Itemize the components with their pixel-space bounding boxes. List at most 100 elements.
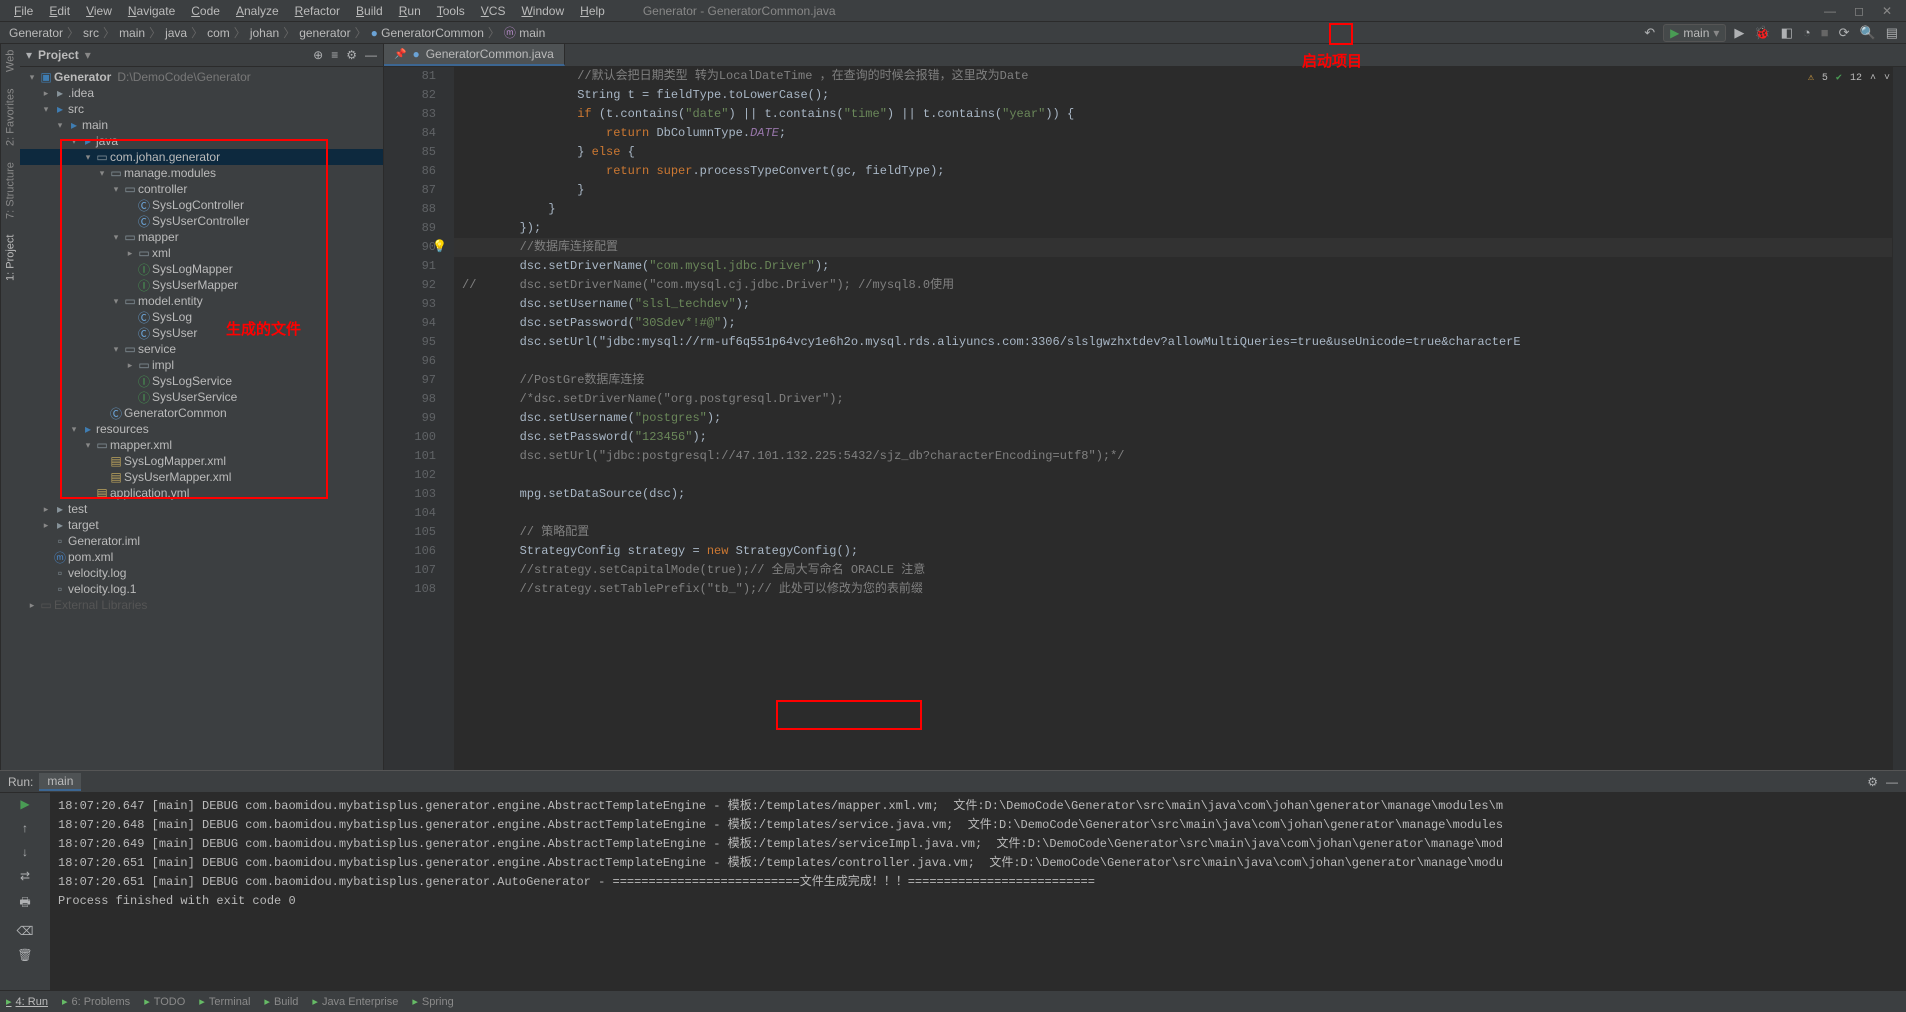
code-line[interactable]: } else { — [454, 143, 1892, 162]
menu-analyze[interactable]: Analyze — [228, 2, 287, 20]
code-line[interactable] — [454, 504, 1892, 523]
profile-button[interactable]: ◔ — [1801, 25, 1813, 40]
tree-item[interactable]: ▸▭ impl — [20, 357, 383, 373]
menu-vcs[interactable]: VCS — [473, 2, 514, 20]
settings-icon[interactable]: ⚙ — [346, 48, 357, 62]
run-config-tab[interactable]: main — [39, 773, 81, 791]
project-tree[interactable]: ▾▣ GeneratorD:\DemoCode\Generator▸▸ .ide… — [20, 67, 383, 770]
code-line[interactable]: //PostGre数据库连接 — [454, 371, 1892, 390]
chevron-up-icon[interactable]: ˄ — [1870, 69, 1876, 88]
code-line[interactable]: dsc.setUsername("slsl_techdev"); — [454, 295, 1892, 314]
code-line[interactable]: //strategy.setCapitalMode(true);// 全局大写命… — [454, 561, 1892, 580]
menu-code[interactable]: Code — [183, 2, 228, 20]
tree-item[interactable]: ▫ velocity.log.1 — [20, 581, 383, 597]
bottom-tool-tab[interactable]: ▸ TODO — [144, 995, 185, 1008]
tree-item[interactable]: Ⓒ GeneratorCommon — [20, 405, 383, 421]
bottom-tool-tab[interactable]: ▸ Spring — [412, 995, 453, 1008]
code-line[interactable]: dsc.setPassword("30Sdev*!#@"); — [454, 314, 1892, 333]
breadcrumb-item[interactable]: main — [116, 26, 148, 40]
tree-item[interactable]: ▸▸ test — [20, 501, 383, 517]
bottom-tool-tab[interactable]: ▸ 4: Run — [6, 995, 48, 1008]
menu-tools[interactable]: Tools — [429, 2, 473, 20]
tree-item[interactable]: ▾▭ model.entity — [20, 293, 383, 309]
code-line[interactable] — [454, 466, 1892, 485]
tree-item[interactable]: Ⓘ SysLogService — [20, 373, 383, 389]
menu-window[interactable]: Window — [513, 2, 572, 20]
project-tool-button[interactable]: 1: Project — [5, 235, 17, 281]
update-button[interactable]: ⟳ — [1837, 25, 1852, 41]
editor-tab[interactable]: 📌 ● GeneratorCommon.java — [384, 44, 565, 66]
breadcrumb-item[interactable]: johan — [247, 26, 282, 40]
tree-item[interactable]: ▾▸ src — [20, 101, 383, 117]
tree-item[interactable]: ▤ application.yml — [20, 485, 383, 501]
clear-icon[interactable]: ⌫ — [17, 924, 34, 938]
run-button[interactable]: ▶ — [1732, 25, 1746, 41]
chevron-down-icon[interactable]: ˅ — [1884, 69, 1890, 88]
breadcrumb-item[interactable]: java — [162, 26, 190, 40]
tree-item[interactable]: ▾▭ mapper — [20, 229, 383, 245]
tree-item[interactable]: ▸▸ target — [20, 517, 383, 533]
structure-tool-button[interactable]: 7: Structure — [5, 162, 17, 219]
web-tool-button[interactable]: Web — [5, 50, 17, 72]
run-config-select[interactable]: ▶ main ▾ — [1663, 24, 1726, 42]
code-line[interactable]: //strategy.setTablePrefix("tb_");// 此处可以… — [454, 580, 1892, 599]
stop-button[interactable]: ■ — [1819, 25, 1831, 40]
tree-item[interactable]: Ⓘ SysUserService — [20, 389, 383, 405]
code-line[interactable]: //默认会把日期类型 转为LocalDateTime ，在查询的时候会报错，这里… — [454, 67, 1892, 86]
tree-item[interactable]: Ⓒ SysLogController — [20, 197, 383, 213]
maximize-button[interactable]: ◻ — [1854, 4, 1864, 18]
debug-button[interactable]: 🐞 — [1752, 25, 1772, 41]
settings-icon[interactable]: ⚙ — [1867, 775, 1878, 789]
project-structure-icon[interactable]: ▤ — [1884, 25, 1900, 41]
breadcrumb-item[interactable]: ● GeneratorCommon — [368, 26, 487, 40]
bottom-tool-tab[interactable]: ▸ Build — [264, 995, 298, 1008]
hide-icon[interactable]: — — [1886, 775, 1898, 789]
menu-edit[interactable]: Edit — [41, 2, 78, 20]
code-line[interactable]: dsc.setUsername("postgres"); — [454, 409, 1892, 428]
favorites-tool-button[interactable]: 2: Favorites — [5, 88, 17, 145]
tree-item[interactable]: ▾▸ resources — [20, 421, 383, 437]
code-line[interactable]: } — [454, 181, 1892, 200]
tree-item[interactable]: ▤ SysUserMapper.xml — [20, 469, 383, 485]
coverage-button[interactable]: ◧ — [1779, 25, 1795, 41]
menu-view[interactable]: View — [78, 2, 120, 20]
run-console[interactable]: 18:07:20.647 [main] DEBUG com.baomidou.m… — [50, 793, 1906, 990]
menu-help[interactable]: Help — [572, 2, 613, 20]
tree-item[interactable]: ▤ SysLogMapper.xml — [20, 453, 383, 469]
tree-item[interactable]: ▸▭ xml — [20, 245, 383, 261]
code-line[interactable]: dsc.setUrl("jdbc:mysql://rm-uf6q551p64vc… — [454, 333, 1892, 352]
tree-item[interactable]: Ⓘ SysUserMapper — [20, 277, 383, 293]
code-editor[interactable]: //默认会把日期类型 转为LocalDateTime ，在查询的时候会报错，这里… — [454, 67, 1892, 770]
code-line[interactable]: mpg.setDataSource(dsc); — [454, 485, 1892, 504]
breadcrumb-item[interactable]: com — [204, 26, 233, 40]
menu-refactor[interactable]: Refactor — [287, 2, 348, 20]
code-line[interactable]: dsc.setDriverName("com.mysql.jdbc.Driver… — [454, 257, 1892, 276]
tree-root[interactable]: ▾▣ GeneratorD:\DemoCode\Generator — [20, 69, 383, 85]
tree-item[interactable]: ▫ velocity.log — [20, 565, 383, 581]
tree-item[interactable]: Ⓒ SysUser — [20, 325, 383, 341]
bottom-tool-tab[interactable]: ▸ 6: Problems — [62, 995, 130, 1008]
code-line[interactable]: String t = fieldType.toLowerCase(); — [454, 86, 1892, 105]
breadcrumb-item[interactable]: generator — [296, 26, 353, 40]
tree-item[interactable]: ▫ Generator.iml — [20, 533, 383, 549]
print-icon[interactable]: 🖶 — [19, 893, 30, 914]
tree-item[interactable]: ▾▸ java — [20, 133, 383, 149]
back-icon[interactable]: ↶ — [1642, 25, 1657, 41]
trash-icon[interactable]: 🗑 — [17, 948, 32, 962]
code-line[interactable]: //数据库连接配置 — [454, 238, 1892, 257]
tree-item[interactable]: ▸▸ .idea — [20, 85, 383, 101]
bottom-tool-tab[interactable]: ▸ Terminal — [199, 995, 250, 1008]
bottom-tool-tab[interactable]: ▸ Java Enterprise — [312, 995, 398, 1008]
soft-wrap-icon[interactable]: ⇄ — [20, 869, 30, 883]
menu-file[interactable]: File — [6, 2, 41, 20]
tree-item[interactable]: ▸▭ External Libraries — [20, 597, 383, 613]
expand-all-icon[interactable]: ≡ — [331, 48, 338, 62]
breadcrumb-item[interactable]: ⓜ main — [501, 24, 548, 41]
breadcrumb-item[interactable]: Generator — [6, 26, 66, 40]
code-line[interactable]: return super.processTypeConvert(gc, fiel… — [454, 162, 1892, 181]
stop-icon[interactable]: ↑ — [22, 821, 28, 835]
tree-item[interactable]: ▾▭ controller — [20, 181, 383, 197]
code-line[interactable]: } — [454, 200, 1892, 219]
tree-item[interactable]: Ⓒ SysUserController — [20, 213, 383, 229]
breadcrumb-item[interactable]: src — [80, 26, 102, 40]
